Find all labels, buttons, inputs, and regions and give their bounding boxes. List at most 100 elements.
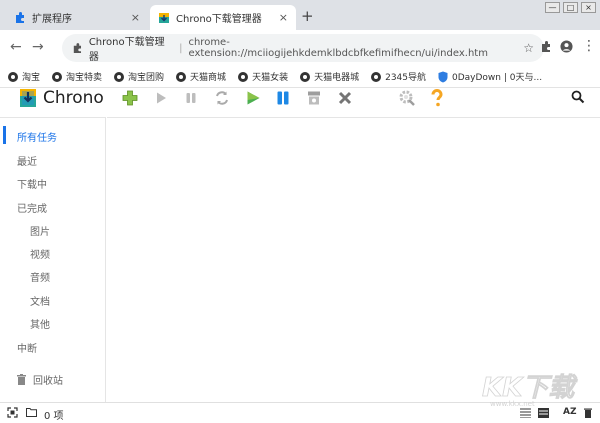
play-icon (157, 92, 166, 104)
tab-label: 扩展程序 (32, 14, 72, 25)
add-icon (122, 90, 138, 106)
bookmark-star-icon[interactable]: ☆ (523, 41, 534, 55)
settings-icon (399, 90, 415, 106)
refresh-button[interactable] (213, 89, 231, 107)
sidebar-item-other[interactable]: 其他 (30, 316, 50, 331)
new-tab-button[interactable]: + (301, 7, 314, 25)
help-button[interactable] (428, 89, 446, 107)
sidebar-item-videos[interactable]: 视频 (30, 246, 50, 261)
bookmark-label: 淘宝特卖 (66, 73, 103, 83)
address-bar[interactable]: Chrono下载管理器 | chrome-extension://mciiogi… (62, 34, 544, 63)
browser-toolbar: ← → Chrono下载管理器 | chrome-extension://mci… (0, 30, 600, 66)
sidebar-item-documents[interactable]: 文档 (30, 293, 50, 308)
bookmark-item[interactable]: 0DayDown | 0天与... (438, 70, 542, 83)
extension-icon (73, 42, 82, 53)
fullscreen-icon[interactable] (7, 407, 18, 418)
sidebar-item-trash[interactable]: 回收站 (17, 372, 63, 387)
tab-extensions[interactable]: 扩展程序 × (6, 5, 148, 30)
pause-all-icon (277, 91, 289, 105)
bookmark-item[interactable]: 天猫女装 (238, 70, 288, 83)
sidebar-item-downloading[interactable]: 下载中 (17, 176, 47, 191)
search-icon[interactable] (571, 90, 585, 104)
bookmark-item[interactable]: 淘宝特卖 (52, 70, 102, 83)
bookmark-item[interactable]: 淘宝 (8, 70, 40, 83)
settings-button[interactable] (398, 89, 416, 107)
sidebar-item-interrupted[interactable]: 中断 (17, 340, 37, 355)
pause-all-button[interactable] (274, 89, 292, 107)
start-all-icon (247, 91, 260, 105)
delete-icon (338, 91, 352, 105)
sidebar-item-all[interactable]: 所有任务 (17, 129, 57, 144)
profile-icon[interactable] (560, 40, 573, 53)
sidebar-item-recent[interactable]: 最近 (17, 153, 37, 168)
item-count: 0 项 (44, 411, 64, 422)
globe-icon (8, 71, 18, 82)
close-window-button[interactable]: × (581, 2, 596, 13)
delete-button[interactable] (336, 89, 354, 107)
bookmark-item[interactable]: 天猫电器城 (300, 70, 359, 83)
watermark-logo: KK下载 www.kkx.net (482, 373, 579, 408)
sidebar-item-images[interactable]: 图片 (30, 223, 50, 238)
list-view-icon[interactable] (520, 408, 531, 418)
bookmark-label: 2345导航 (385, 73, 426, 83)
sort-button[interactable]: AZ (563, 407, 577, 417)
active-indicator (3, 126, 6, 144)
forward-icon[interactable]: → (32, 39, 44, 55)
sidebar-item-completed[interactable]: 已完成 (17, 200, 47, 215)
extensions-icon[interactable] (540, 41, 552, 53)
clear-list-icon[interactable] (583, 408, 593, 418)
start-all-button[interactable] (244, 89, 262, 107)
menu-icon[interactable]: ⋮ (582, 38, 596, 54)
bookmark-label: 天猫电器城 (314, 73, 360, 83)
minimize-button[interactable]: — (545, 2, 560, 13)
tab-chrono[interactable]: Chrono下载管理器 × (150, 5, 296, 30)
globe-icon (238, 71, 249, 82)
globe-icon (52, 71, 63, 82)
bookmark-label: 淘宝团购 (128, 73, 165, 83)
add-button[interactable] (121, 89, 139, 107)
trash-icon (17, 374, 26, 385)
close-tab-icon[interactable]: × (131, 11, 140, 24)
url-separator: | (179, 42, 183, 54)
detail-view-icon[interactable] (538, 408, 549, 418)
bookmarks-bar: 淘宝 淘宝特卖 淘宝团购 天猫商城 天猫女装 天猫电器城 2345导航 0Day… (0, 66, 600, 88)
bookmark-item[interactable]: 天猫商城 (176, 70, 226, 83)
tab-strip: 扩展程序 × Chrono下载管理器 × + — □ × (0, 0, 600, 30)
refresh-icon (216, 91, 228, 105)
bookmark-item[interactable]: 淘宝团购 (114, 70, 164, 83)
pause-button[interactable] (182, 89, 200, 107)
chrono-logo-icon (20, 89, 36, 107)
play-button[interactable] (152, 89, 170, 107)
help-icon (431, 89, 443, 107)
back-icon[interactable]: ← (10, 39, 22, 55)
bookmark-item[interactable]: 2345导航 (371, 70, 426, 83)
globe-icon (300, 71, 311, 82)
sidebar: 所有任务 最近 下载中 已完成 图片 视频 音频 文档 其他 中断 回收站 (0, 117, 106, 402)
globe-icon (176, 71, 187, 82)
svg-text:www.kkx.net: www.kkx.net (490, 400, 535, 408)
download-list (107, 117, 600, 402)
page-name: Chrono下载管理器 (88, 37, 165, 63)
puzzle-icon (16, 11, 24, 23)
app-title: Chrono (43, 88, 104, 108)
chrono-logo-icon (159, 12, 169, 23)
shield-icon (438, 71, 448, 82)
clear-button[interactable] (305, 89, 323, 107)
bookmark-label: 天猫女装 (252, 73, 289, 83)
globe-icon (114, 71, 125, 82)
pause-icon (186, 93, 196, 103)
bookmark-label: 天猫商城 (190, 73, 227, 83)
tab-label: Chrono下载管理器 (176, 14, 262, 25)
maximize-button[interactable]: □ (563, 2, 578, 13)
svg-text:KK下载: KK下载 (482, 373, 578, 403)
sidebar-item-audio[interactable]: 音频 (30, 269, 50, 284)
clear-icon (308, 91, 320, 105)
sidebar-item-label: 回收站 (33, 376, 63, 387)
bookmark-label: 淘宝 (22, 73, 41, 83)
folder-icon[interactable] (26, 407, 37, 417)
close-tab-icon[interactable]: × (279, 11, 288, 24)
globe-icon (371, 71, 382, 82)
url-text[interactable]: chrome-extension://mciiogijehkdemklbdcbf… (188, 37, 523, 59)
bookmark-label: 0DayDown | 0天与... (452, 73, 543, 83)
app-header: Chrono (0, 88, 600, 117)
